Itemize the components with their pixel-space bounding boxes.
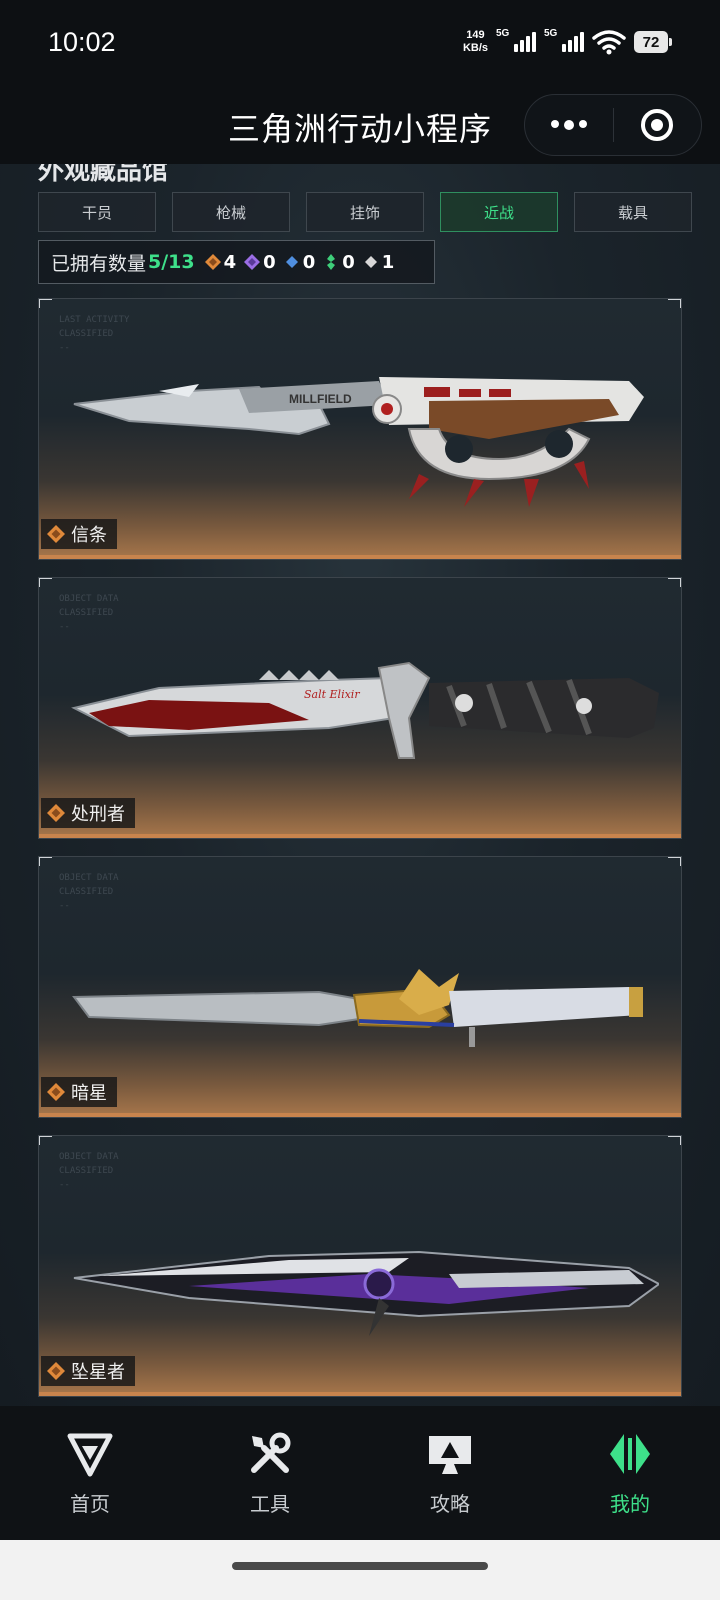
signal-icon-sim1: 5G	[496, 28, 536, 52]
network-speed: 149 KB/s	[463, 29, 488, 55]
nav-label: 攻略	[430, 1492, 470, 1516]
guide-monitor-icon	[429, 1436, 471, 1474]
svg-text:MILLFIELD: MILLFIELD	[289, 392, 352, 406]
tools-icon	[251, 1432, 291, 1473]
home-gesture-bar[interactable]	[232, 1562, 488, 1570]
white-gem-icon	[364, 256, 377, 268]
item-name: 处刑者	[71, 804, 125, 825]
owned-label: 已拥有数量	[51, 252, 147, 275]
orange-gem-icon	[47, 525, 65, 543]
status-bar: 10:02 149 KB/s 5G 5G 72	[0, 0, 720, 84]
nav-label: 首页	[70, 1492, 110, 1516]
rarity-count-value: 1	[381, 251, 395, 273]
network-speed-value: 149	[466, 29, 485, 41]
item-card[interactable]: OBJECT DATA CLASSIFIED -- 坠星者	[38, 1135, 682, 1397]
rarity-count-purple: 0	[244, 252, 276, 273]
sim1-label: 5G	[496, 28, 510, 39]
item-name: 暗星	[71, 1083, 107, 1104]
tab-melee[interactable]: 近战	[440, 192, 558, 232]
nav-home[interactable]: 首页	[0, 1406, 180, 1540]
knife-star-faller-image	[73, 1250, 659, 1336]
section-title: 外观藏品馆	[38, 164, 169, 186]
tab-vehicles[interactable]: 载具	[574, 192, 692, 232]
rarity-count-value: 0	[302, 251, 316, 273]
mini-program-capsule	[524, 94, 702, 156]
close-button[interactable]	[614, 95, 702, 155]
status-time: 10:02	[48, 26, 116, 57]
home-logo-icon	[67, 1433, 113, 1477]
rarity-count-blue: 0	[284, 251, 316, 273]
nav-label: 工具	[250, 1492, 290, 1516]
category-tabs: 干员 枪械 挂饰 近战 载具	[38, 192, 692, 232]
green-gem-icon	[327, 254, 336, 270]
signal-icon-sim2: 5G	[544, 28, 584, 52]
rarity-count-orange: 4	[204, 251, 237, 273]
item-name-tag: 信条	[41, 519, 117, 549]
network-speed-unit: KB/s	[462, 42, 488, 54]
collection-content[interactable]: 外观藏品馆 干员 枪械 挂饰 近战 载具 已拥有数量 5/13 4 0 0 0 …	[0, 164, 720, 1406]
rarity-count-value: 0	[263, 251, 276, 273]
more-dots-icon	[550, 120, 587, 130]
blue-gem-icon	[285, 256, 298, 268]
item-name-tag: 暗星	[41, 1077, 117, 1107]
tab-firearms[interactable]: 枪械	[172, 192, 290, 232]
nav-tools[interactable]: 工具	[180, 1406, 360, 1540]
bottom-nav: 首页 工具 攻略 我的	[0, 1406, 720, 1540]
tab-charms[interactable]: 挂饰	[306, 192, 424, 232]
owned-summary: 已拥有数量 5/13 4 0 0 0 1	[38, 240, 435, 284]
svg-text:Salt Elixir: Salt Elixir	[304, 688, 360, 701]
owned-value: 5/13	[148, 251, 195, 273]
sim2-label: 5G	[544, 28, 558, 39]
knife-executioner-image: Salt Elixir	[71, 661, 659, 759]
item-card[interactable]: OBJECT DATA CLASSIFIED -- 暗星	[38, 856, 682, 1118]
system-home-indicator	[0, 1540, 720, 1600]
item-name-tag: 坠星者	[41, 1356, 135, 1386]
battery-level: 72	[634, 31, 668, 53]
knife-dark-star-image	[72, 969, 643, 1047]
item-name: 信条	[71, 525, 107, 546]
wifi-icon	[592, 30, 626, 55]
item-name-tag: 处刑者	[41, 798, 135, 828]
nav-guide[interactable]: 攻略	[360, 1406, 540, 1540]
rarity-count-value: 4	[223, 251, 237, 273]
orange-gem-icon	[47, 1362, 65, 1380]
title-bar: 三角洲行动小程序	[0, 84, 720, 164]
battery-icon: 72	[634, 31, 672, 53]
purple-gem-icon	[244, 254, 261, 270]
profile-logo-icon	[610, 1434, 650, 1474]
item-card[interactable]: LAST ACTIVITY CLASSIFIED -- MILLFIELD 信条	[38, 298, 682, 560]
target-circle-icon	[641, 109, 674, 141]
orange-gem-icon	[47, 1083, 65, 1101]
knife-creed-image: MILLFIELD	[73, 377, 644, 507]
rarity-count-value: 0	[342, 251, 355, 273]
nav-profile[interactable]: 我的	[540, 1406, 720, 1540]
rarity-count-white: 1	[363, 251, 395, 273]
status-icons: 149 KB/s 5G 5G 72	[463, 28, 672, 55]
item-card[interactable]: OBJECT DATA CLASSIFIED -- Salt Elixir 处刑者	[38, 577, 682, 839]
tab-operator[interactable]: 干员	[38, 192, 156, 232]
more-button[interactable]	[525, 95, 613, 155]
nav-label: 我的	[610, 1492, 650, 1516]
rarity-count-green: 0	[323, 252, 355, 273]
orange-gem-icon	[204, 254, 221, 270]
orange-gem-icon	[47, 804, 65, 822]
item-name: 坠星者	[71, 1362, 125, 1383]
